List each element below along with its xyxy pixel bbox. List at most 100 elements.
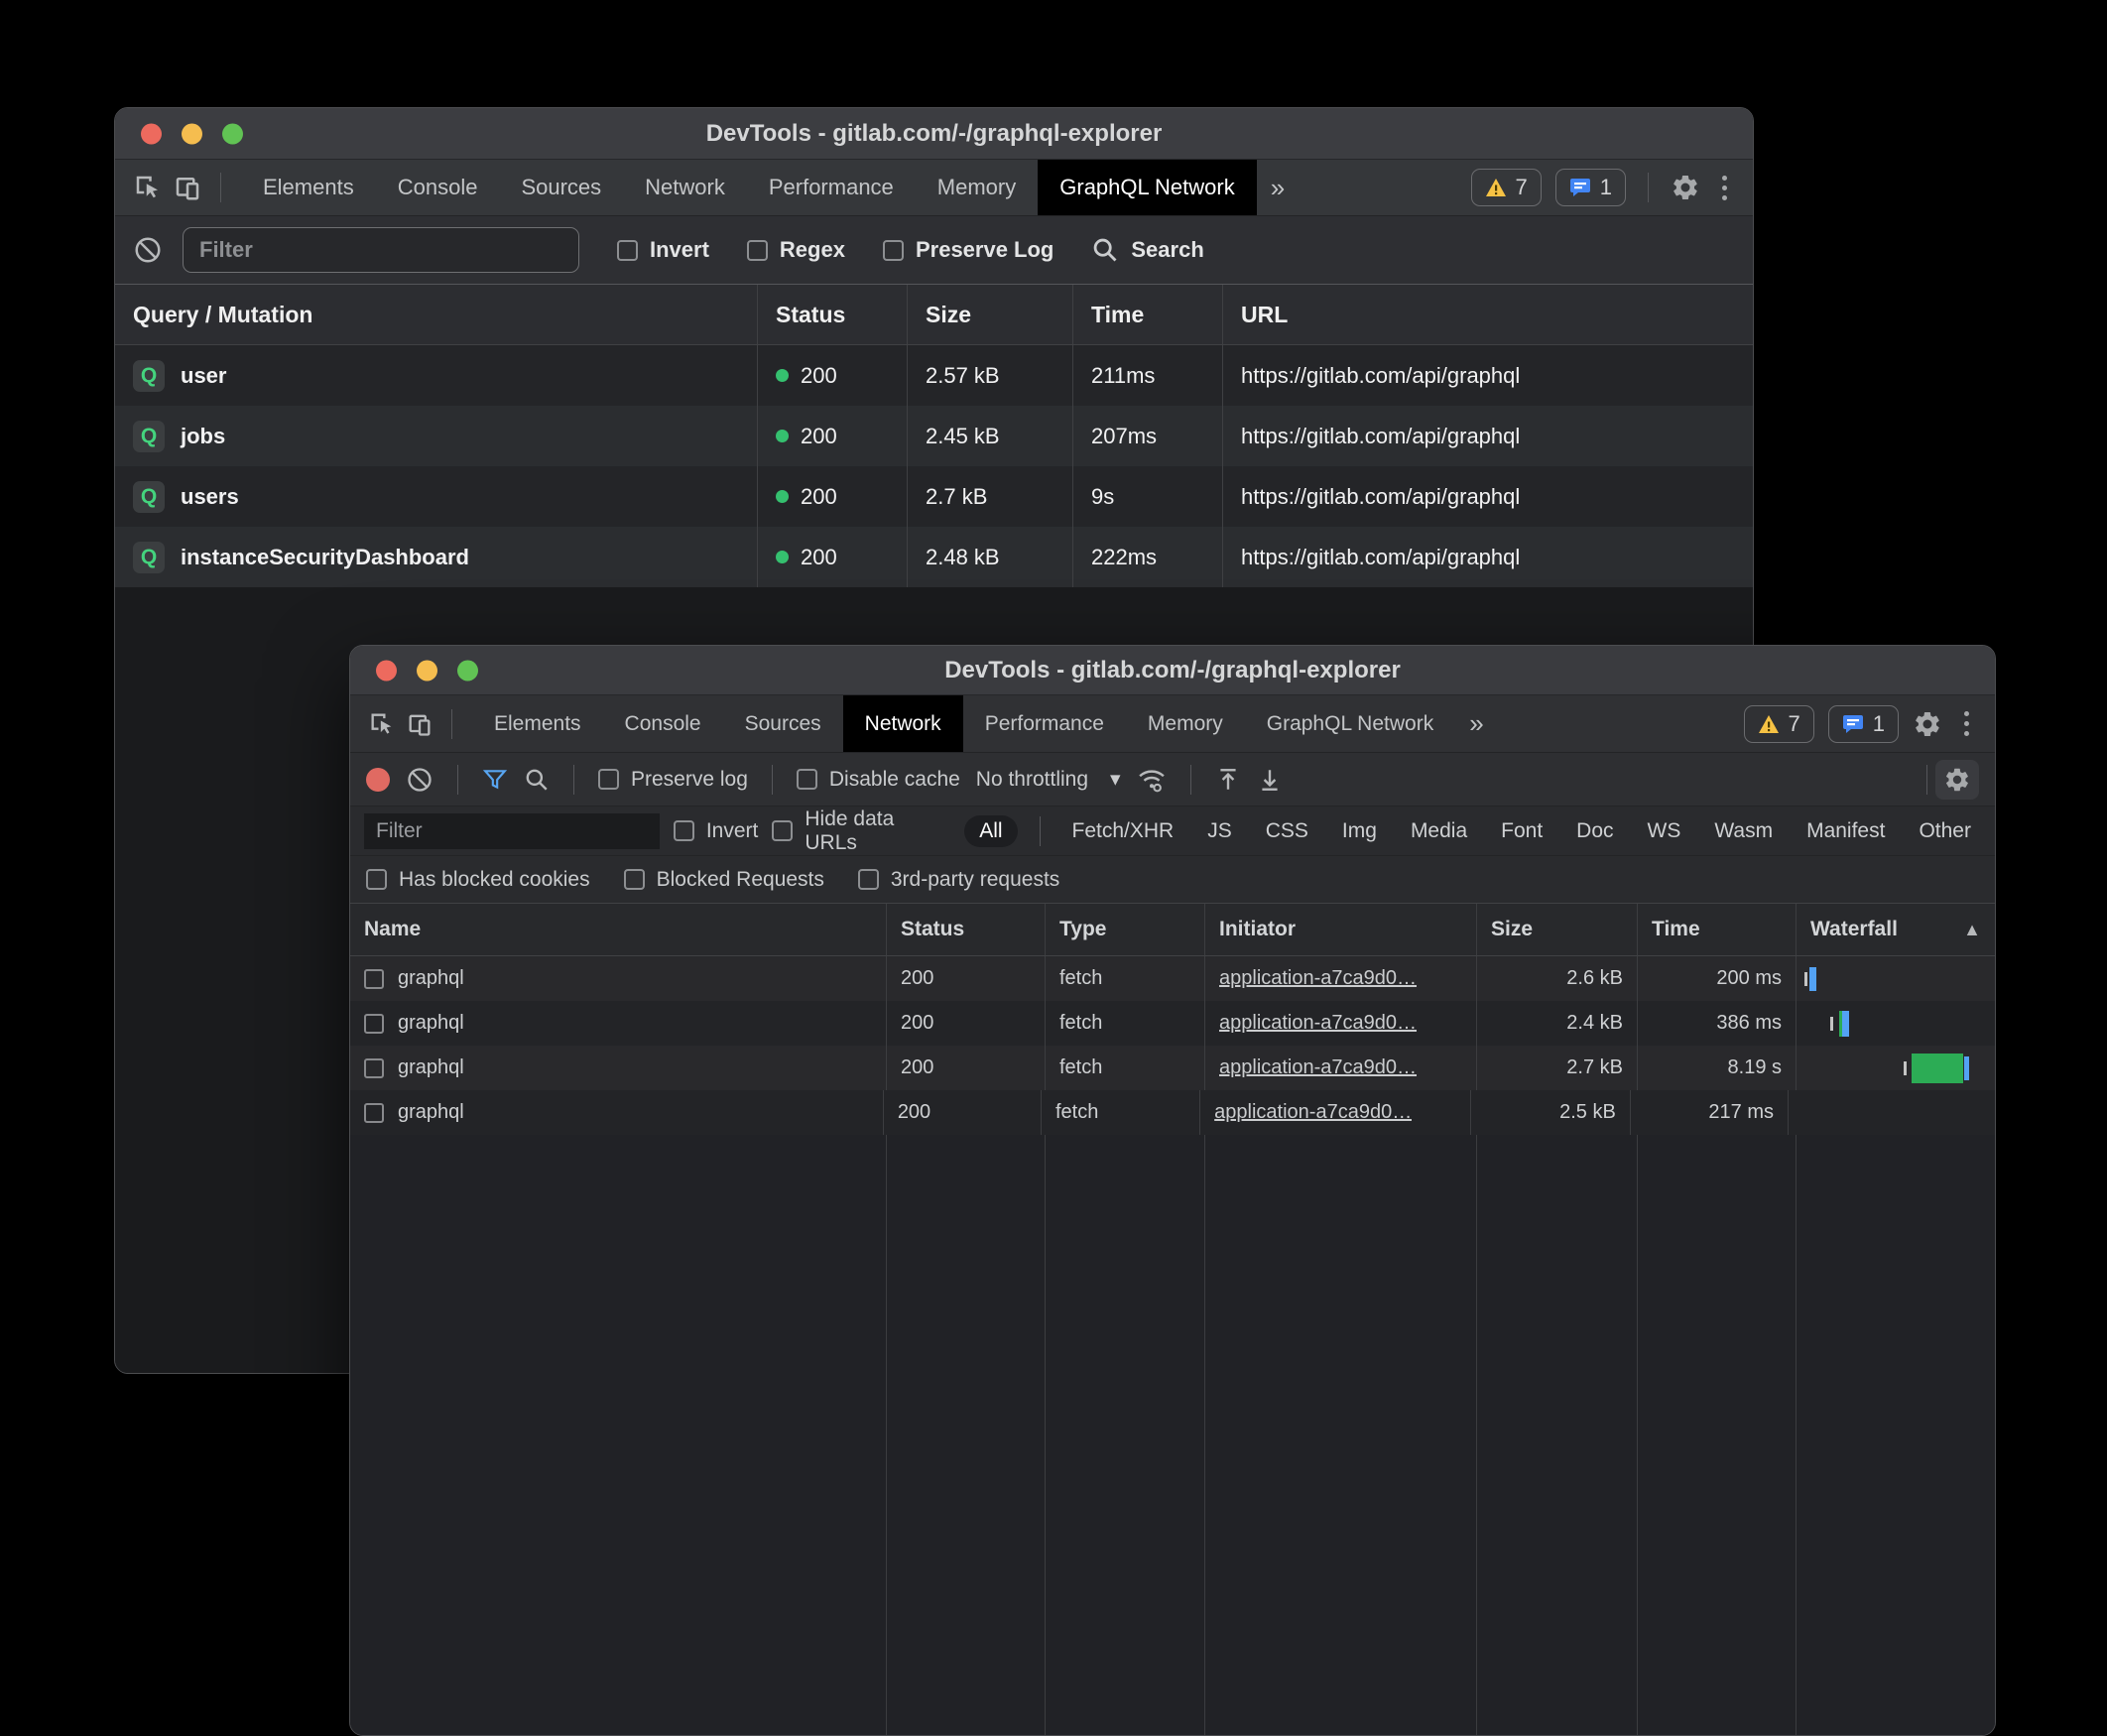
tab-network[interactable]: Network <box>843 695 963 752</box>
row-checkbox[interactable] <box>364 1058 384 1078</box>
filter-chip-other[interactable]: Other <box>1909 816 1981 846</box>
warnings-badge[interactable]: 7 <box>1471 169 1542 206</box>
initiator-link[interactable]: application-a7ca9d0… <box>1219 967 1417 990</box>
throttling-select[interactable]: No throttling ▾ <box>976 767 1121 792</box>
filter-chip-manifest[interactable]: Manifest <box>1797 816 1895 846</box>
col-initiator[interactable]: Initiator <box>1205 904 1477 955</box>
tab-sources[interactable]: Sources <box>499 160 623 215</box>
table-row[interactable]: QinstanceSecurityDashboard 200 2.48 kB 2… <box>115 527 1753 587</box>
titlebar[interactable]: DevTools - gitlab.com/-/graphql-explorer <box>115 108 1753 160</box>
filter-chip-media[interactable]: Media <box>1401 816 1477 846</box>
device-toolbar-icon[interactable] <box>173 173 202 202</box>
device-toolbar-icon[interactable] <box>406 710 434 738</box>
issues-badge[interactable]: 1 <box>1828 705 1899 743</box>
network-settings-button[interactable] <box>1919 760 1979 800</box>
tab-sources[interactable]: Sources <box>723 695 843 752</box>
col-status[interactable]: Status <box>758 285 908 344</box>
filter-funnel-icon[interactable] <box>482 767 508 793</box>
titlebar[interactable]: DevTools - gitlab.com/-/graphql-explorer <box>350 646 1995 695</box>
settings-gear-icon[interactable] <box>1913 709 1942 739</box>
col-name[interactable]: Name <box>350 904 887 955</box>
regex-checkbox[interactable]: Regex <box>747 237 845 263</box>
third-party-requests-checkbox[interactable]: 3rd-party requests <box>858 868 1059 892</box>
col-time[interactable]: Time <box>1638 904 1797 955</box>
tab-performance[interactable]: Performance <box>963 695 1126 752</box>
warning-icon <box>1758 714 1780 734</box>
tab-console[interactable]: Console <box>603 695 723 752</box>
more-tabs-icon[interactable]: » <box>1455 695 1497 752</box>
has-blocked-cookies-checkbox[interactable]: Has blocked cookies <box>366 868 590 892</box>
initiator-link[interactable]: application-a7ca9d0… <box>1214 1101 1412 1124</box>
filter-chip-js[interactable]: JS <box>1197 816 1242 846</box>
preserve-log-checkbox[interactable]: Preserve log <box>598 768 748 792</box>
import-har-icon[interactable] <box>1215 767 1241 793</box>
table-row[interactable]: Qusers 200 2.7 kB 9s https://gitlab.com/… <box>115 466 1753 527</box>
warnings-badge[interactable]: 7 <box>1744 705 1814 743</box>
filter-chip-fetch-xhr[interactable]: Fetch/XHR <box>1062 816 1184 846</box>
clear-icon[interactable] <box>133 235 163 265</box>
tab-elements[interactable]: Elements <box>472 695 603 752</box>
tab-graphql-network[interactable]: GraphQL Network <box>1038 160 1256 215</box>
clear-icon[interactable] <box>406 766 434 794</box>
col-type[interactable]: Type <box>1046 904 1205 955</box>
invert-checkbox[interactable]: Invert <box>617 237 709 263</box>
col-url[interactable]: URL <box>1223 285 1753 344</box>
settings-gear-icon[interactable] <box>1671 173 1700 202</box>
table-row[interactable]: Qjobs 200 2.45 kB 207ms https://gitlab.c… <box>115 406 1753 466</box>
network-conditions-icon[interactable] <box>1137 765 1167 795</box>
preserve-log-checkbox[interactable]: Preserve Log <box>883 237 1054 263</box>
record-button[interactable] <box>366 768 390 792</box>
filter-chip-ws[interactable]: WS <box>1638 816 1691 846</box>
disable-cache-checkbox[interactable]: Disable cache <box>797 768 960 792</box>
minimize-button[interactable] <box>417 660 437 681</box>
tab-elements[interactable]: Elements <box>241 160 376 215</box>
invert-checkbox[interactable]: Invert <box>674 819 759 843</box>
table-row[interactable]: graphql 200 fetch application-a7ca9d0… 2… <box>350 1001 1995 1046</box>
filter-chip-doc[interactable]: Doc <box>1566 816 1623 846</box>
col-status[interactable]: Status <box>887 904 1046 955</box>
initiator-link[interactable]: application-a7ca9d0… <box>1219 1012 1417 1035</box>
more-tabs-icon[interactable]: » <box>1257 160 1299 215</box>
maximize-button[interactable] <box>222 123 243 144</box>
inspect-element-icon[interactable] <box>368 710 396 738</box>
close-button[interactable] <box>141 123 162 144</box>
tab-performance[interactable]: Performance <box>747 160 916 215</box>
table-row[interactable]: Quser 200 2.57 kB 211ms https://gitlab.c… <box>115 345 1753 406</box>
row-checkbox[interactable] <box>364 1103 384 1123</box>
export-har-icon[interactable] <box>1257 767 1283 793</box>
col-waterfall[interactable]: Waterfall ▲ <box>1797 904 1995 955</box>
hide-data-urls-checkbox[interactable]: Hide data URLs <box>772 807 950 855</box>
tab-memory[interactable]: Memory <box>1126 695 1245 752</box>
col-query-mutation[interactable]: Query / Mutation <box>115 285 758 344</box>
row-checkbox[interactable] <box>364 1014 384 1034</box>
blocked-requests-checkbox[interactable]: Blocked Requests <box>624 868 824 892</box>
table-row[interactable]: graphql 200 fetch application-a7ca9d0… 2… <box>350 1090 1995 1135</box>
initiator-link[interactable]: application-a7ca9d0… <box>1219 1056 1417 1079</box>
col-size[interactable]: Size <box>1477 904 1638 955</box>
search-button[interactable]: Search <box>1091 236 1203 264</box>
inspect-element-icon[interactable] <box>133 173 163 202</box>
table-row[interactable]: graphql 200 fetch application-a7ca9d0… 2… <box>350 1046 1995 1090</box>
search-icon[interactable] <box>524 767 550 793</box>
tab-memory[interactable]: Memory <box>916 160 1038 215</box>
kebab-menu-icon[interactable] <box>1956 711 1977 736</box>
tab-graphql-network[interactable]: GraphQL Network <box>1245 695 1455 752</box>
issues-badge[interactable]: 1 <box>1555 169 1626 206</box>
row-checkbox[interactable] <box>364 969 384 989</box>
table-row[interactable]: graphql 200 fetch application-a7ca9d0… 2… <box>350 956 1995 1001</box>
filter-chip-css[interactable]: CSS <box>1256 816 1318 846</box>
filter-chip-all[interactable]: All <box>964 815 1017 847</box>
col-time[interactable]: Time <box>1073 285 1223 344</box>
kebab-menu-icon[interactable] <box>1714 176 1735 200</box>
maximize-button[interactable] <box>457 660 478 681</box>
minimize-button[interactable] <box>182 123 202 144</box>
filter-input[interactable] <box>183 227 579 273</box>
filter-chip-font[interactable]: Font <box>1491 816 1552 846</box>
tab-network[interactable]: Network <box>623 160 747 215</box>
filter-chip-wasm[interactable]: Wasm <box>1704 816 1783 846</box>
filter-chip-img[interactable]: Img <box>1332 816 1387 846</box>
filter-input[interactable] <box>364 813 660 849</box>
col-size[interactable]: Size <box>908 285 1073 344</box>
tab-console[interactable]: Console <box>376 160 500 215</box>
close-button[interactable] <box>376 660 397 681</box>
